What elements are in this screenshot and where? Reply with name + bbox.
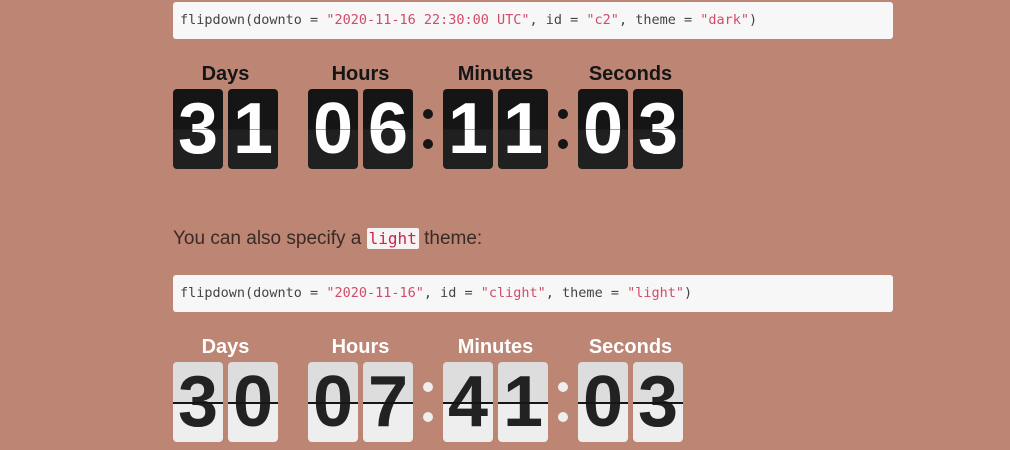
colon-separator	[422, 362, 434, 442]
code-string: "dark"	[700, 12, 749, 28]
prose-text: theme:	[418, 228, 483, 249]
rotor-digit: 1	[443, 89, 493, 169]
code-block-dark-example: flipdown(downto = "2020-11-16 22:30:00 U…	[173, 2, 893, 39]
rotor-group-heading-hours: Hours	[331, 336, 390, 358]
rotor-digit: 3	[173, 89, 223, 169]
code-block-light-example: flipdown(downto = "2020-11-16", id = "cl…	[173, 275, 893, 312]
code-text: )	[683, 285, 693, 301]
prose-text: You can also specify a	[173, 228, 367, 249]
code-text: , theme =	[618, 12, 701, 28]
colon-separator	[557, 362, 569, 442]
rotor-digit: 6	[363, 89, 413, 169]
colon-separator	[422, 89, 434, 169]
rotor-group-heading-days: Days	[201, 63, 250, 85]
code-string: "2020-11-16"	[326, 285, 424, 301]
rotor-group-heading-seconds: Seconds	[588, 336, 673, 358]
rotor-digit: 7	[363, 362, 413, 442]
rotor-group-heading-hours: Hours	[331, 63, 390, 85]
code-text: flipdown(downto =	[180, 12, 327, 28]
code-text: , id =	[423, 285, 481, 301]
rotor-digit: 0	[308, 89, 358, 169]
rotor-digit: 0	[578, 89, 628, 169]
rotor-group-heading-days: Days	[201, 336, 250, 358]
inline-code-light: light	[366, 228, 419, 249]
rotor-group-heading-minutes: Minutes	[457, 63, 534, 85]
rotor-digit: 3	[173, 362, 223, 442]
rotor-digit: 0	[578, 362, 628, 442]
colon-separator	[557, 89, 569, 169]
rotor-group-heading-seconds: Seconds	[588, 63, 673, 85]
code-text: flipdown(downto =	[180, 285, 327, 301]
rotor-group-heading-minutes: Minutes	[457, 336, 534, 358]
rotor-digit: 0	[308, 362, 358, 442]
rotor-digit: 0	[228, 362, 278, 442]
code-text: , theme =	[545, 285, 628, 301]
rotor-digit: 4	[443, 362, 493, 442]
rotor-digit: 3	[633, 362, 683, 442]
rotor-digit: 1	[228, 89, 278, 169]
code-string: "clight"	[480, 285, 546, 301]
rotor-digit: 1	[498, 89, 548, 169]
code-string: "c2"	[586, 12, 619, 28]
code-string: "light"	[627, 285, 684, 301]
code-text: , id =	[529, 12, 587, 28]
prose-paragraph: You can also specify a light theme:	[173, 226, 482, 252]
rotor-digit: 3	[633, 89, 683, 169]
code-string: "2020-11-16 22:30:00 UTC"	[326, 12, 530, 28]
code-text: )	[749, 12, 758, 28]
rotor-digit: 1	[498, 362, 548, 442]
